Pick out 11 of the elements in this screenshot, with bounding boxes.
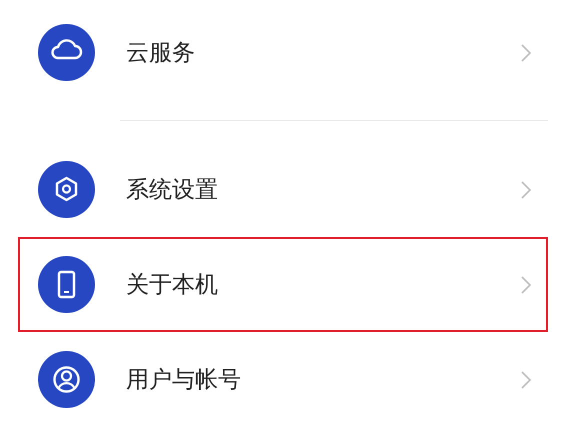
chevron-icon: [520, 42, 532, 62]
chevron-icon: [520, 370, 532, 390]
chevron-icon: [520, 274, 532, 294]
settings-item[interactable]: 系统设置: [126, 174, 520, 205]
settings-item[interactable]: 关于本机: [126, 269, 520, 300]
cloud-icon: [38, 24, 95, 81]
user-icon: [38, 351, 95, 408]
settings-item[interactable]: 用户与帐号: [126, 364, 520, 395]
settings-item[interactable]: 云服务: [126, 37, 520, 68]
phone-icon: [38, 256, 95, 313]
chevron-icon: [520, 180, 532, 200]
